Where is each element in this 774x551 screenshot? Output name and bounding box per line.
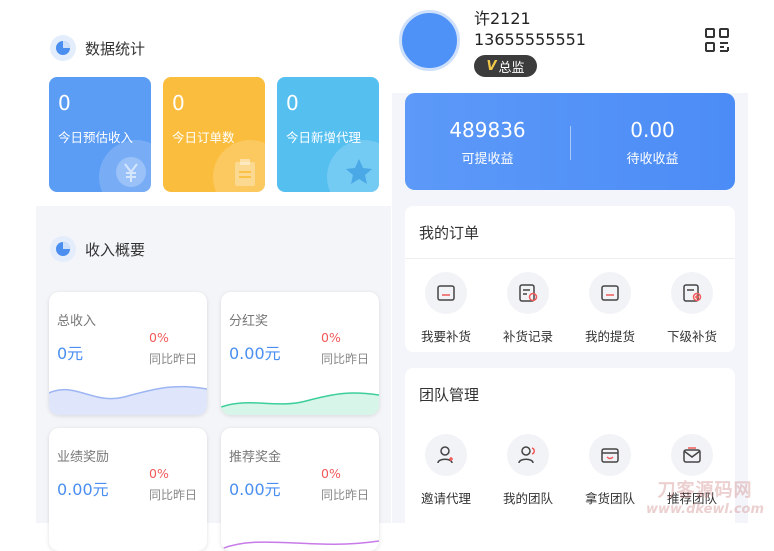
order-item-label: 我的提货 [575,326,645,345]
qr-code-icon[interactable] [704,27,730,57]
income-card-performance[interactable]: 业绩奖励 0.00元 0% 同比昨日 [49,428,207,551]
stat-value: 0 [286,91,299,115]
referral-trend-wave [221,511,379,551]
today-stats-row: 0 今日预估收入 0 今日订单数 0 今日新增代理 [49,77,379,192]
order-item-restock-record[interactable]: 补货记录 [493,272,563,345]
order-item-label: 下级补货 [657,326,727,345]
dashboard-left-panel: 数据统计 0 今日预估收入 0 今日订单数 0 今日新增代理 [36,0,391,523]
income-overview-header: 收入概要 [50,235,145,263]
order-item-label: 我要补货 [411,326,481,345]
user-name: 许2121 [474,5,531,29]
level-badge-label: 总监 [499,57,525,76]
team-management-title: 团队管理 [419,384,479,405]
withdrawable-earnings[interactable]: 489836 可提收益 [405,118,570,167]
income-card-referral[interactable]: 推荐奖金 0.00元 0% 同比昨日 [221,428,379,551]
team-item-label: 我的团队 [493,488,563,507]
order-item-pickup[interactable]: 我的提货 [575,272,645,345]
profile-header: 许2121 13655555551 V 总监 [392,0,748,93]
withdrawable-label: 可提收益 [405,148,570,167]
stat-card-estimated-income[interactable]: 0 今日预估收入 [49,77,151,192]
clipboard-icon [213,140,265,192]
income-card-dividend[interactable]: 分红奖 0.00元 0% 同比昨日 [221,292,379,415]
dividend-trend-wave [221,375,379,415]
pending-earnings[interactable]: 0.00 待收收益 [570,118,735,167]
stat-value: 0 [58,91,71,115]
income-card-compare: 同比昨日 [149,486,197,503]
sub-restock-icon [671,272,713,314]
team-item-label: 拿货团队 [575,488,645,507]
income-card-title: 业绩奖励 [57,446,109,465]
income-card-value: 0.00元 [57,476,109,500]
team-item-my-team[interactable]: 我的团队 [493,434,563,507]
profile-right-panel: 许2121 13655555551 V 总监 489836 可提收益 0.00 … [392,0,748,523]
team-item-label: 邀请代理 [411,488,481,507]
top-strip [36,0,391,20]
order-item-label: 补货记录 [493,326,563,345]
income-card-total[interactable]: 总收入 0元 0% 同比昨日 [49,292,207,415]
income-card-value: 0.00元 [229,476,281,500]
withdrawable-amount: 489836 [405,118,570,142]
income-card-value: 0元 [57,340,83,364]
income-card-percent: 0% [321,330,341,345]
restock-record-icon [507,272,549,314]
vip-icon: V [486,59,496,74]
income-card-percent: 0% [321,466,341,481]
yen-icon [99,140,151,192]
income-card-compare: 同比昨日 [149,350,197,367]
stat-card-new-agents[interactable]: 0 今日新增代理 [277,77,379,192]
pickup-icon [589,272,631,314]
pie-chart-icon [50,35,76,61]
my-orders-section: 我的订单 我要补货 补货记录 我的提货 下级补货 [405,206,735,352]
star-icon [327,140,379,192]
order-item-restock[interactable]: 我要补货 [411,272,481,345]
stat-card-orders[interactable]: 0 今日订单数 [163,77,265,192]
income-card-title: 分红奖 [229,310,268,329]
income-overview-title: 收入概要 [85,239,145,260]
watermark-url: www.dkewl.com [646,502,764,517]
income-card-title: 总收入 [57,310,96,329]
income-card-compare: 同比昨日 [321,350,369,367]
income-card-value: 0.00元 [229,340,281,364]
my-team-icon [507,434,549,476]
pending-label: 待收收益 [570,148,735,167]
data-stats-title: 数据统计 [85,38,145,59]
avatar[interactable] [399,10,460,71]
income-card-title: 推荐奖金 [229,446,281,465]
team-item-invite-agent[interactable]: 邀请代理 [411,434,481,507]
watermark-title: 刀客源码网 [646,476,764,502]
site-watermark: 刀客源码网 www.dkewl.com [646,476,764,517]
income-trend-wave [49,375,207,415]
level-badge: V 总监 [474,55,537,77]
data-stats-header: 数据统计 [50,34,145,62]
restock-icon [425,272,467,314]
pie-chart-icon [50,236,76,262]
recommend-team-icon [671,434,713,476]
purchase-team-icon [589,434,631,476]
income-card-percent: 0% [149,466,169,481]
team-item-purchase-team[interactable]: 拿货团队 [575,434,645,507]
invite-agent-icon [425,434,467,476]
stat-label: 今日订单数 [172,127,235,146]
income-card-compare: 同比昨日 [321,486,369,503]
user-phone: 13655555551 [474,30,586,49]
divider [405,258,735,259]
order-item-sub-restock[interactable]: 下级补货 [657,272,727,345]
pending-amount: 0.00 [570,118,735,142]
earnings-card: 489836 可提收益 0.00 待收收益 [405,93,735,190]
my-orders-title: 我的订单 [419,222,479,243]
income-card-percent: 0% [149,330,169,345]
stat-value: 0 [172,91,185,115]
